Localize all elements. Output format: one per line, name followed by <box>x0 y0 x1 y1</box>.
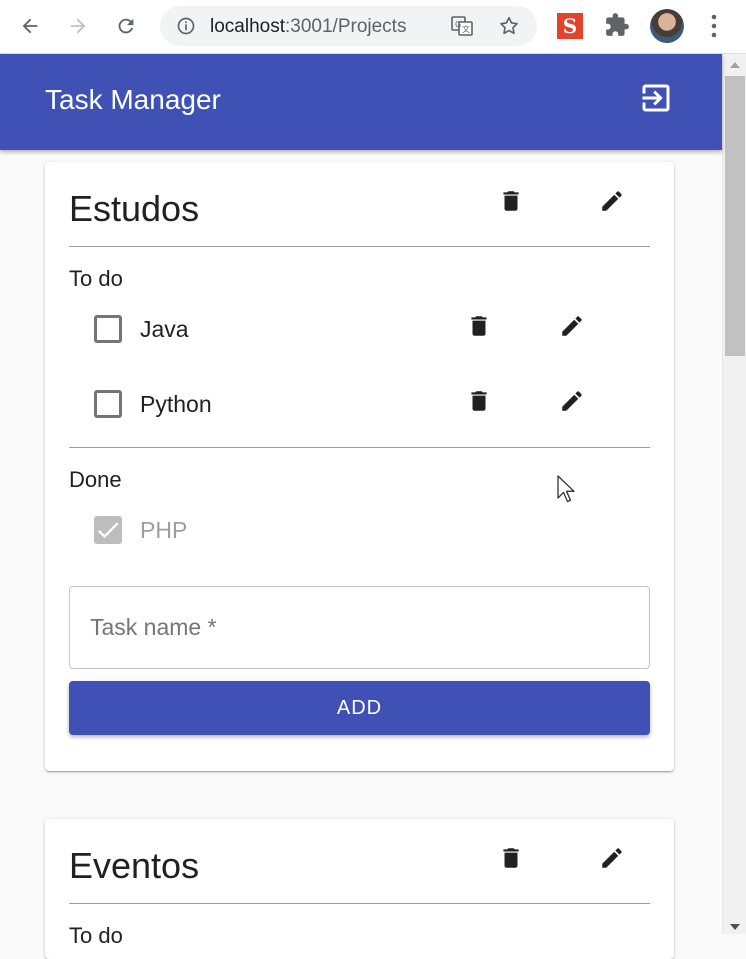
page-scrollbar[interactable] <box>722 54 746 934</box>
delete-project-icon[interactable] <box>497 844 525 872</box>
task-checkbox-checked[interactable] <box>94 516 122 544</box>
scrollbar-thumb[interactable] <box>725 76 745 356</box>
svg-text:G: G <box>455 20 461 29</box>
task-name-input[interactable] <box>90 587 630 668</box>
divider <box>69 246 650 247</box>
back-icon[interactable] <box>12 8 48 44</box>
profile-avatar[interactable] <box>650 9 684 43</box>
forward-icon[interactable] <box>60 8 96 44</box>
task-name-field[interactable] <box>69 586 650 669</box>
app-title: Task Manager <box>45 84 221 115</box>
edit-project-icon[interactable] <box>598 844 626 872</box>
url-text[interactable]: localhost:3001/Projects <box>210 16 406 38</box>
task-label: PHP <box>140 517 188 543</box>
scroll-down-icon[interactable] <box>730 924 740 930</box>
task-label: Java <box>140 316 189 342</box>
project-card: Estudos To do Java Python Done PHP Task … <box>45 162 674 771</box>
checkmark-icon <box>97 522 119 539</box>
delete-task-icon[interactable] <box>465 387 493 415</box>
edit-task-icon[interactable] <box>558 312 586 340</box>
address-bar[interactable]: localhost:3001/Projects G文 <box>160 6 537 46</box>
delete-project-icon[interactable] <box>497 187 525 215</box>
browser-toolbar: localhost:3001/Projects G文 S <box>0 0 746 54</box>
browser-menu-icon[interactable] <box>704 12 724 45</box>
url-host: localhost <box>210 16 285 37</box>
task-checkbox[interactable] <box>94 390 122 418</box>
edit-task-icon[interactable] <box>558 387 586 415</box>
edit-project-icon[interactable] <box>598 187 626 215</box>
bookmark-star-icon[interactable] <box>498 15 520 42</box>
app-bar: Task Manager <box>0 54 722 150</box>
svg-text:文: 文 <box>462 24 470 34</box>
task-label: Python <box>140 391 212 417</box>
todo-section-label: To do <box>69 266 123 291</box>
site-info-icon[interactable] <box>176 16 196 41</box>
done-section-label: Done <box>69 467 122 492</box>
translate-icon[interactable]: G文 <box>450 14 474 43</box>
url-path: :3001/Projects <box>285 16 407 37</box>
divider <box>69 903 650 904</box>
add-task-button[interactable]: ADD <box>69 681 650 735</box>
reload-icon[interactable] <box>108 8 144 44</box>
delete-task-icon[interactable] <box>465 312 493 340</box>
todo-section-label: To do <box>69 923 123 948</box>
project-title: Estudos <box>69 188 200 229</box>
project-title: Eventos <box>69 845 200 886</box>
mouse-cursor-icon <box>557 475 577 508</box>
logout-icon[interactable] <box>638 80 674 121</box>
extensions-puzzle-icon[interactable] <box>604 12 630 43</box>
extension-s-icon[interactable]: S <box>557 13 583 39</box>
task-checkbox[interactable] <box>94 315 122 343</box>
divider <box>69 447 650 448</box>
project-card: Eventos To do <box>45 819 674 959</box>
scroll-up-icon[interactable] <box>730 62 740 68</box>
